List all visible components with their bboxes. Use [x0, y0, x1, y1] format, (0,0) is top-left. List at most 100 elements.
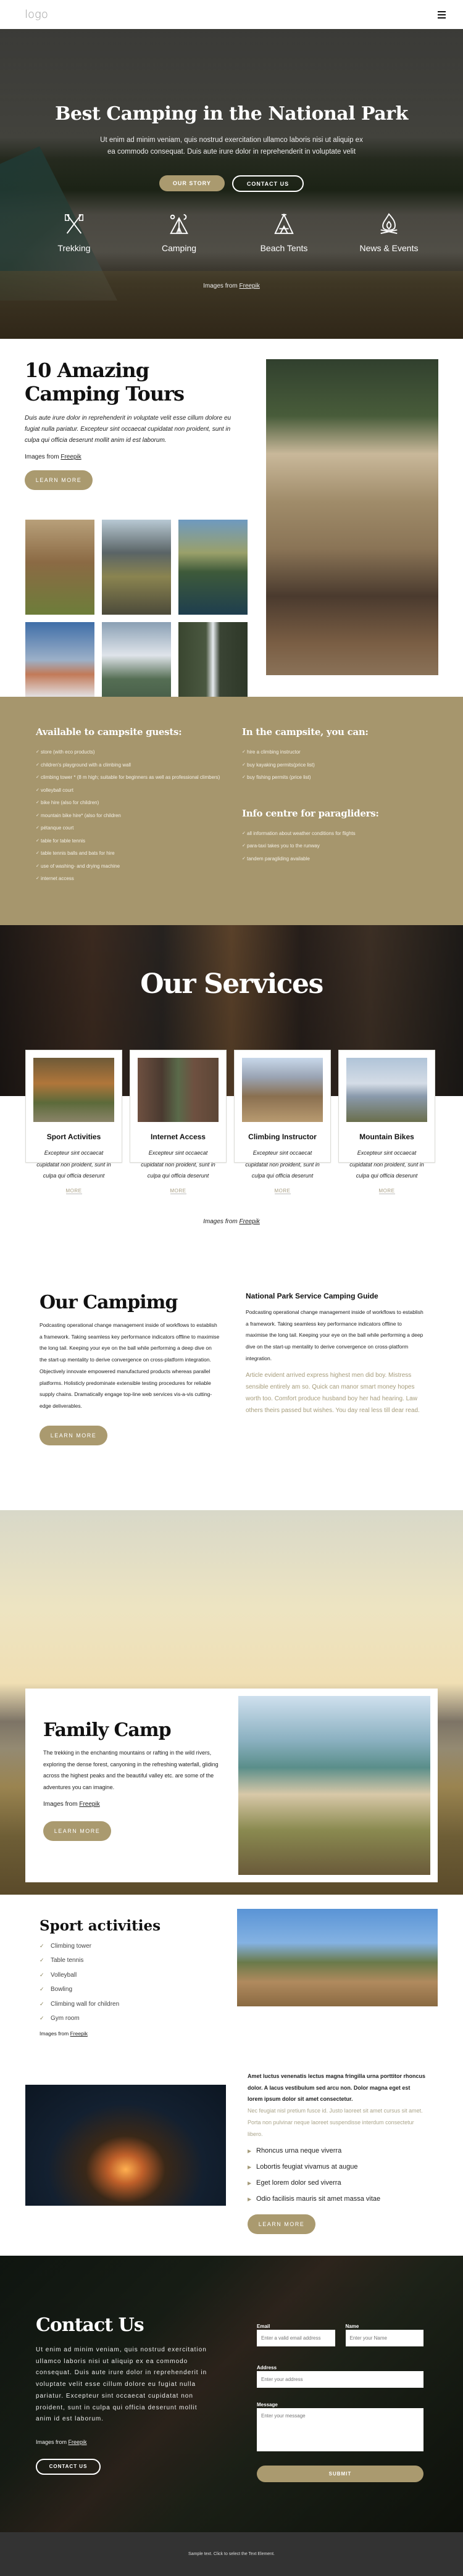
amenity-item: children's playground with a climbing wa… — [36, 759, 233, 772]
address-label: Address — [257, 2365, 277, 2370]
freepik-link[interactable]: Freepik — [240, 1218, 260, 1225]
amenity-item: volleyball court — [36, 784, 233, 797]
learn-more-button[interactable]: LEARN MORE — [43, 1821, 111, 1841]
learn-more-button[interactable]: LEARN MORE — [248, 2214, 315, 2235]
amenity-item: bike hire (also for children) — [36, 797, 233, 810]
service-text: Excepteur sint occaecat cupidatat non pr… — [245, 1150, 320, 1179]
feature-label: Camping — [161, 243, 197, 253]
site-footer: Sample text. Click to select the Text El… — [0, 2532, 463, 2576]
footer-text[interactable]: Sample text. Click to select the Text El… — [188, 2552, 275, 2556]
campfire-image — [25, 2085, 226, 2206]
name-label: Name — [345, 2324, 359, 2329]
guests-title: Available to campsite guests: — [36, 726, 182, 737]
hero-features: Trekking Camping Beach Tents News & Even… — [22, 212, 441, 253]
service-title: Internet Access — [151, 1132, 206, 1141]
service-image — [242, 1058, 323, 1122]
hero-title: Best Camping in the National Park — [55, 103, 408, 125]
guests-list: store (with eco products)children's play… — [36, 746, 233, 886]
service-more-link[interactable]: MORE — [170, 1188, 186, 1194]
sport-item: Climbing wall for children — [40, 1997, 219, 2012]
name-field[interactable] — [345, 2330, 423, 2346]
submit-button[interactable]: SUBMIT — [257, 2466, 423, 2482]
learn-more-button[interactable]: LEARN MORE — [40, 1425, 107, 1445]
family-hike-image — [237, 1909, 438, 2006]
paraglider-item: para-taxi takes you to the runway — [242, 840, 379, 853]
credit-prefix: Images from — [43, 1800, 80, 1808]
guide-text: Podcasting operational change management… — [246, 1309, 423, 1361]
freepik-link[interactable]: Freepik — [70, 2030, 88, 2037]
gallery-image-mountain-lake[interactable] — [178, 520, 248, 615]
tours-credit: Images from Freepik — [25, 454, 235, 460]
site-header: logo — [0, 0, 463, 29]
amenity-item: internet access — [36, 873, 233, 886]
freepik-link[interactable]: Freepik — [240, 283, 260, 289]
sport-title: Sport activities — [40, 1917, 161, 1934]
family-credit: Images from Freepik — [43, 1801, 222, 1808]
paraglider-item: all information about weather conditions… — [242, 828, 379, 841]
sport-bullet-item: Lobortis feugiat vivamus at augue — [248, 2159, 427, 2175]
feature-beach-tents[interactable]: Beach Tents — [238, 212, 330, 253]
credit-prefix: Images from — [203, 283, 240, 289]
service-card: Mountain Bikes Excepteur sint occaecat c… — [338, 1050, 435, 1194]
guests-column: Available to campsite guests: store (wit… — [36, 726, 233, 886]
amenities-section: Available to campsite guests: store (wit… — [0, 697, 463, 925]
email-field[interactable] — [257, 2330, 335, 2346]
campsite-column: In the campsite, you can: hire a climbin… — [242, 726, 379, 865]
service-card: Climbing Instructor Excepteur sint occae… — [234, 1050, 331, 1194]
guide-muted-text: Article evident arrived express highest … — [246, 1371, 420, 1414]
service-title: Mountain Bikes — [359, 1132, 414, 1141]
hero-text: Ut enim ad minim veniam, quis nostrud ex… — [100, 136, 363, 156]
freepik-link[interactable]: Freepik — [79, 1801, 99, 1808]
service-image — [138, 1058, 219, 1122]
feature-camping[interactable]: Camping — [133, 212, 225, 253]
family-text: The trekking in the enchanting mountains… — [43, 1750, 219, 1791]
service-more-link[interactable]: MORE — [274, 1188, 291, 1194]
our-story-button[interactable]: OUR STORY — [159, 175, 225, 191]
freepik-link[interactable]: Freepik — [60, 454, 81, 460]
guide-title: National Park Service Camping Guide — [246, 1292, 378, 1300]
campsite-list: hire a climbing instructorbuy kayaking p… — [242, 746, 379, 784]
campsite-title: In the campsite, you can: — [242, 726, 369, 737]
sport-bullet-item: Eget lorem dolor sed viverra — [248, 2175, 427, 2192]
email-label: Email — [257, 2324, 270, 2329]
service-title: Sport Activities — [46, 1132, 101, 1141]
service-more-link[interactable]: MORE — [378, 1188, 395, 1194]
paraglider-item: tandem paragliding available — [242, 853, 379, 866]
sport-bullet-item: Odio facilisis mauris sit amet massa vit… — [248, 2192, 427, 2208]
hero-credit: Images from Freepik — [0, 283, 463, 289]
hamburger-icon[interactable] — [438, 10, 446, 19]
contact-us-button[interactable]: CONTACT US — [36, 2458, 101, 2475]
feature-news-events[interactable]: News & Events — [343, 212, 435, 253]
our-camping-text: Podcasting operational change management… — [40, 1322, 220, 1409]
contact-credit: Images from Freepik — [36, 2439, 215, 2445]
message-field[interactable] — [257, 2408, 423, 2451]
service-cards: Sport Activities Excepteur sint occaecat… — [25, 1050, 435, 1194]
address-field[interactable] — [257, 2371, 423, 2388]
feature-label: Trekking — [57, 243, 91, 253]
sport-item: Volleyball — [40, 1968, 219, 1983]
contact-us-button[interactable]: CONTACT US — [231, 175, 304, 192]
credit-prefix: Images from — [203, 1218, 240, 1225]
gallery-image-hiker-ridge[interactable] — [102, 520, 171, 615]
logo[interactable]: logo — [25, 8, 48, 21]
credit-prefix: Images from — [25, 454, 61, 460]
sport-section: Sport activities Climbing towerTable ten… — [0, 1895, 463, 2256]
paragliders-list: all information about weather conditions… — [242, 828, 379, 866]
freepik-link[interactable]: Freepik — [69, 2439, 87, 2445]
trekking-poles-icon — [65, 214, 83, 234]
gallery-image-tent-friends[interactable] — [25, 520, 94, 615]
learn-more-button[interactable]: LEARN MORE — [25, 470, 93, 490]
sport-bullet-item: Rhoncus urna neque viverra — [248, 2143, 427, 2159]
service-more-link[interactable]: MORE — [65, 1188, 82, 1194]
amenity-item: climbing tower * (8 m high; suitable for… — [36, 771, 233, 784]
feature-trekking[interactable]: Trekking — [28, 212, 120, 253]
campfire-icon — [380, 213, 398, 235]
tours-title-line1: 10 Amazing — [25, 359, 149, 382]
service-text: Excepteur sint occaecat cupidatat non pr… — [36, 1150, 111, 1179]
contact-text: Ut enim ad minim veniam, quis nostrud ex… — [36, 2346, 207, 2423]
contact-form: Email Name Address Message SUBMIT — [257, 2324, 423, 2482]
service-title: Climbing Instructor — [248, 1132, 317, 1141]
amenity-item: pétanque court — [36, 822, 233, 835]
amenity-item: mountain bike hire* (also for children — [36, 810, 233, 823]
tours-text: Duis aute irure dolor in reprehenderit i… — [25, 415, 231, 444]
